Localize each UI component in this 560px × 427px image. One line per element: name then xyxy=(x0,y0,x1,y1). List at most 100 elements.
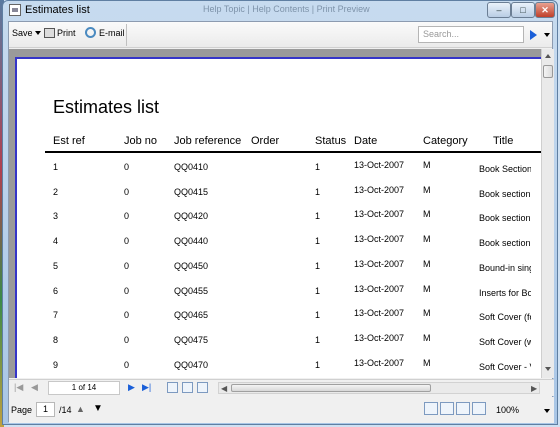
page-indicator[interactable]: 1 of 14 xyxy=(48,381,120,395)
cell-job-reference: QQ0415 xyxy=(174,186,209,197)
vertical-scroll-thumb[interactable] xyxy=(543,65,553,78)
cell-status: 1 xyxy=(315,162,321,172)
table-row: 8 0 QQ0475 1 13-Oct-2007 M Soft Cover (with xyxy=(17,326,541,350)
cell-title: Book section + xyxy=(479,238,531,249)
next-page-icon[interactable]: ▶ xyxy=(128,382,135,393)
app-icon xyxy=(9,4,21,16)
cell-category: M xyxy=(423,258,431,269)
column-header: Job no xyxy=(124,135,158,147)
cell-status: 1 xyxy=(315,236,321,247)
cell-category: M xyxy=(423,184,431,195)
window-title: Estimates list xyxy=(25,4,90,16)
previous-page-icon[interactable]: ◀ xyxy=(31,382,38,393)
cell-title: Soft Cover - Va xyxy=(479,361,531,372)
estimates-window: Estimates list Help Topic | Help Content… xyxy=(2,0,558,425)
scroll-right-icon[interactable]: ▶ xyxy=(531,385,537,393)
report-viewer[interactable]: Estimates list Est ref Job no Job refere… xyxy=(9,49,541,378)
scroll-left-icon[interactable]: ◀ xyxy=(221,385,227,393)
cell-est-ref: 1 xyxy=(53,162,59,172)
cell-est-ref: 3 xyxy=(53,211,59,222)
cell-job-reference: QQ0470 xyxy=(174,359,209,370)
cell-title: Book section + xyxy=(479,188,531,199)
cell-date: 13-Oct-2007 xyxy=(354,258,405,269)
close-button[interactable]: ✕ xyxy=(535,2,555,18)
horizontal-scrollbar[interactable]: ◀ ▶ xyxy=(218,382,540,394)
search-options-icon[interactable] xyxy=(544,33,550,37)
cell-date: 13-Oct-2007 xyxy=(354,184,405,195)
cell-date: 13-Oct-2007 xyxy=(354,283,405,294)
cell-status: 1 xyxy=(315,211,321,222)
cell-est-ref: 6 xyxy=(53,285,59,296)
fit-page-width-icon[interactable] xyxy=(440,402,454,415)
email-button[interactable]: E-mail xyxy=(99,28,125,38)
scroll-down-icon[interactable] xyxy=(545,367,551,371)
zoom-preset-icon[interactable] xyxy=(472,402,486,415)
zoom-dropdown-icon[interactable] xyxy=(544,409,550,413)
minimize-button[interactable]: – xyxy=(487,2,511,18)
cell-est-ref: 5 xyxy=(53,260,59,271)
vertical-scrollbar[interactable] xyxy=(541,49,554,378)
cell-est-ref: 2 xyxy=(53,186,59,197)
background-caption: Help Topic | Help Contents | Print Previ… xyxy=(203,4,370,14)
cell-job-reference: QQ0475 xyxy=(174,334,209,345)
page-up-icon[interactable]: ▲ xyxy=(76,404,85,414)
cell-status: 1 xyxy=(315,260,321,271)
cell-job-no: 0 xyxy=(124,236,130,247)
cell-date: 13-Oct-2007 xyxy=(354,308,405,319)
search-input[interactable]: Search... xyxy=(418,26,524,43)
cell-job-no: 0 xyxy=(124,285,130,296)
column-header: Status xyxy=(315,135,347,147)
maximize-button[interactable]: □ xyxy=(511,2,535,18)
cell-job-reference: QQ0440 xyxy=(174,236,209,247)
print-button[interactable]: Print xyxy=(57,28,76,38)
search-go-icon[interactable] xyxy=(530,30,537,40)
page-down-icon[interactable]: ▼ xyxy=(93,403,103,414)
cell-title: Bound-in single xyxy=(479,262,531,273)
column-header: Order xyxy=(251,135,280,147)
cell-category: M xyxy=(423,332,431,343)
report-title: Estimates list xyxy=(53,97,160,117)
printer-icon[interactable] xyxy=(44,28,55,38)
page-label: Page xyxy=(11,405,33,415)
cell-title: Soft Cover (with xyxy=(479,336,531,347)
cell-job-no: 0 xyxy=(124,260,130,271)
table-row: 6 0 QQ0455 1 13-Oct-2007 M Inserts for Book xyxy=(17,277,541,301)
table-row: 3 0 QQ0420 1 13-Oct-2007 M Book section + xyxy=(17,202,541,226)
column-header: Est ref xyxy=(53,135,85,147)
cell-est-ref: 8 xyxy=(53,334,59,345)
toolbar-separator xyxy=(126,24,127,46)
cell-job-no: 0 xyxy=(124,310,130,321)
scroll-up-icon[interactable] xyxy=(545,54,551,58)
table-row: 4 0 QQ0440 1 13-Oct-2007 M Book section + xyxy=(17,227,541,251)
continuous-view-icon[interactable] xyxy=(182,382,193,393)
email-icon[interactable] xyxy=(85,27,96,38)
page-number-input[interactable]: 1 xyxy=(36,402,55,417)
cell-job-reference: QQ0450 xyxy=(174,260,209,271)
column-header: Category xyxy=(423,135,468,147)
table-row: 9 0 QQ0470 1 13-Oct-2007 M Soft Cover - Va xyxy=(17,351,541,375)
horizontal-scroll-thumb[interactable] xyxy=(231,384,431,392)
multi-page-view-icon[interactable] xyxy=(197,382,208,393)
cell-category: M xyxy=(423,308,431,319)
cell-date: 13-Oct-2007 xyxy=(354,332,405,343)
title-bar: Estimates list Help Topic | Help Content… xyxy=(3,1,557,21)
column-header: Date xyxy=(354,135,378,147)
zoom-level[interactable]: 100% xyxy=(496,405,519,415)
save-button[interactable]: Save xyxy=(12,28,33,38)
cell-date: 13-Oct-2007 xyxy=(354,357,405,368)
fit-whole-page-icon[interactable] xyxy=(424,402,438,415)
client-area: Save Print E-mail Search... Estimates li… xyxy=(8,21,554,423)
cell-status: 1 xyxy=(315,334,321,345)
single-page-view-icon[interactable] xyxy=(167,382,178,393)
actual-size-icon[interactable] xyxy=(456,402,470,415)
cell-est-ref: 7 xyxy=(53,310,59,321)
cell-date: 13-Oct-2007 xyxy=(354,234,405,245)
cell-category: M xyxy=(423,357,431,368)
cell-title: Soft Cover (for xyxy=(479,312,531,323)
save-dropdown-icon[interactable] xyxy=(35,31,41,35)
cell-category: M xyxy=(423,160,431,170)
cell-status: 1 xyxy=(315,359,321,370)
cell-job-no: 0 xyxy=(124,334,130,345)
first-page-icon[interactable]: |◀ xyxy=(14,382,23,393)
last-page-icon[interactable]: ▶| xyxy=(142,382,151,393)
